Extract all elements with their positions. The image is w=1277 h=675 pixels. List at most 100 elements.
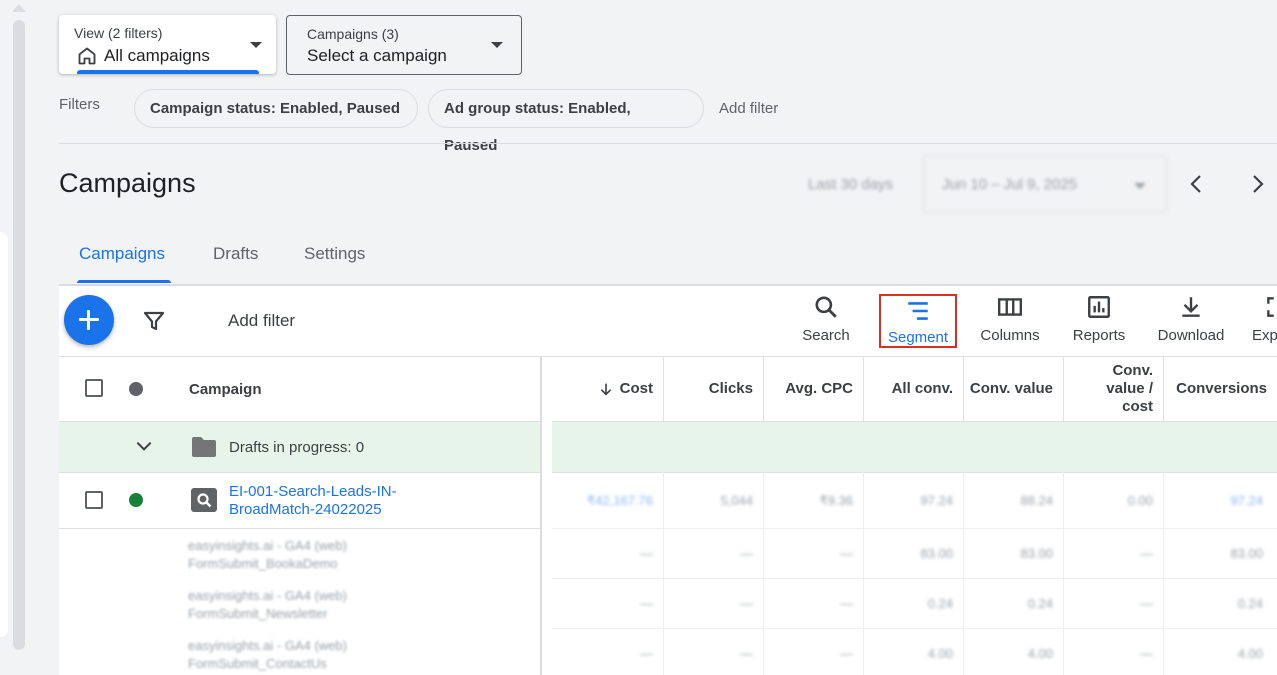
all-conv-column-header[interactable]: All conv. xyxy=(864,357,964,421)
left-scrollbar[interactable] xyxy=(13,20,25,650)
conv-value-per-cost-header-label: Conv. value / cost xyxy=(1106,362,1153,415)
view-selector-value: All campaigns xyxy=(104,46,210,65)
home-icon xyxy=(78,47,96,65)
sub-metric: — xyxy=(740,546,753,561)
add-filter-input[interactable]: Add filter xyxy=(228,311,295,331)
clicks-value: 5,044 xyxy=(720,493,753,508)
search-button[interactable]: Search xyxy=(796,294,856,348)
date-range-selector[interactable]: Last 30 days Jun 10 – Jul 9, 2025 xyxy=(795,145,1175,223)
frozen-column-divider[interactable] xyxy=(540,357,542,675)
sub-metric: — xyxy=(840,646,853,661)
campaign-name-link[interactable]: EI-001-Search-Leads-IN- BroadMatch-24022… xyxy=(229,483,397,519)
status-enabled-dot xyxy=(129,493,143,507)
cost-column-header[interactable]: Cost xyxy=(552,357,664,421)
left-side-panel xyxy=(0,232,8,637)
frozen-column-gap xyxy=(542,357,552,675)
sub-metric: 0.24 xyxy=(927,596,953,611)
avg-cpc-column-header[interactable]: Avg. CPC xyxy=(764,357,864,421)
date-range-dropdown[interactable]: Jun 10 – Jul 9, 2025 xyxy=(923,155,1167,213)
avg-cpc-header-label: Avg. CPC xyxy=(785,380,853,397)
campaign-selector-label: Campaigns (3) xyxy=(307,26,399,42)
column-line xyxy=(763,422,764,675)
sub-metric: — xyxy=(840,596,853,611)
filter-chip-ad-group-status[interactable]: Ad group status: Enabled, Paused xyxy=(428,89,704,154)
search-button-label: Search xyxy=(802,327,850,344)
sub-metric: — xyxy=(1140,596,1153,611)
column-line xyxy=(963,422,964,675)
segment-button-label: Segment xyxy=(887,329,949,346)
column-line xyxy=(663,422,664,675)
chevron-down-icon xyxy=(1134,183,1146,189)
sub-metric: — xyxy=(840,546,853,561)
chevron-down-icon xyxy=(250,42,262,48)
download-button-label: Download xyxy=(1157,327,1225,344)
select-all-checkbox[interactable] xyxy=(85,379,103,397)
sub-row-line1: easyinsights.ai - GA4 (web) xyxy=(188,638,347,653)
sub-metric: 4.00 xyxy=(1237,646,1263,661)
columns-button[interactable]: Columns xyxy=(975,294,1045,348)
conversions-column-header[interactable]: Conversions xyxy=(1164,357,1277,421)
search-icon xyxy=(815,296,837,318)
cost-value[interactable]: ₹42,167.76 xyxy=(560,493,653,509)
tab-settings[interactable]: Settings xyxy=(304,244,365,264)
download-icon xyxy=(1182,297,1200,317)
expand-button-label: Exp xyxy=(1252,327,1277,344)
chevron-right-icon[interactable] xyxy=(1245,172,1269,196)
search-campaign-icon xyxy=(191,488,217,512)
conv-value-column-header[interactable]: Conv. value xyxy=(964,357,1064,421)
sub-row-name: easyinsights.ai - GA4 (web) FormSubmit_C… xyxy=(188,637,347,673)
cost-header-label: Cost xyxy=(619,380,653,397)
expand-button[interactable]: Exp xyxy=(1252,294,1277,348)
sub-metric: 0.24 xyxy=(1237,596,1263,611)
filter-chip-campaign-status[interactable]: Campaign status: Enabled, Paused xyxy=(134,89,418,128)
tab-campaigns[interactable]: Campaigns xyxy=(79,244,165,264)
column-line xyxy=(1163,422,1164,675)
sub-row-name: easyinsights.ai - GA4 (web) FormSubmit_B… xyxy=(188,537,347,573)
tab-drafts[interactable]: Drafts xyxy=(213,244,258,264)
conv-value-header-label: Conv. value xyxy=(969,380,1053,397)
scroll-up-arrow[interactable] xyxy=(12,4,26,12)
page-title: Campaigns xyxy=(59,168,196,198)
sub-metric: — xyxy=(740,646,753,661)
sub-metric: 4.00 xyxy=(1027,646,1053,661)
row-line xyxy=(552,578,1277,579)
divider xyxy=(59,472,1277,473)
sub-metric: — xyxy=(640,646,653,661)
row-checkbox[interactable] xyxy=(85,491,103,509)
view-selector-indicator xyxy=(77,70,259,74)
sub-row-line2: FormSubmit_Newsletter xyxy=(188,606,328,621)
sub-row-line2: FormSubmit_ContactUs xyxy=(188,656,327,671)
campaign-column-header[interactable]: Campaign xyxy=(189,381,262,398)
conversions-value[interactable]: 97.24 xyxy=(1170,493,1263,508)
chevron-left-icon[interactable] xyxy=(1185,172,1209,196)
add-filter-link[interactable]: Add filter xyxy=(719,100,778,117)
divider xyxy=(59,528,544,529)
reports-button-label: Reports xyxy=(1072,327,1126,344)
view-selector-label: View (2 filters) xyxy=(74,25,163,41)
filter-icon[interactable] xyxy=(142,309,166,333)
sub-metric: 83.00 xyxy=(1020,546,1053,561)
chevron-down-icon[interactable] xyxy=(134,436,154,456)
segment-button[interactable]: Segment xyxy=(879,294,957,348)
all-conv-header-label: All conv. xyxy=(891,380,953,397)
add-campaign-button[interactable] xyxy=(64,295,114,345)
clicks-column-header[interactable]: Clicks xyxy=(664,357,764,421)
column-line xyxy=(1063,422,1064,675)
sub-metric: — xyxy=(640,596,653,611)
campaign-selector-value: Select a campaign xyxy=(307,46,447,65)
campaign-name-line1: EI-001-Search-Leads-IN- xyxy=(229,483,397,500)
sub-metric: — xyxy=(740,596,753,611)
campaign-selector[interactable]: Campaigns (3) Select a campaign xyxy=(286,15,522,75)
drafts-in-progress-label: Drafts in progress: 0 xyxy=(229,439,365,456)
date-preset: Last 30 days xyxy=(808,176,894,193)
status-column-dot xyxy=(129,382,143,396)
divider xyxy=(59,143,1277,144)
reports-button[interactable]: Reports xyxy=(1066,294,1132,348)
column-line xyxy=(863,422,864,675)
conv-value-per-cost-value: 0.00 xyxy=(1127,493,1153,508)
view-selector[interactable]: View (2 filters) All campaigns xyxy=(59,15,276,74)
sub-row-name: easyinsights.ai - GA4 (web) FormSubmit_N… xyxy=(188,587,347,623)
conv-value-value: 88.24 xyxy=(1020,493,1053,508)
download-button[interactable]: Download xyxy=(1153,294,1229,348)
conv-value-per-cost-column-header[interactable]: Conv. value / cost xyxy=(1064,357,1164,421)
